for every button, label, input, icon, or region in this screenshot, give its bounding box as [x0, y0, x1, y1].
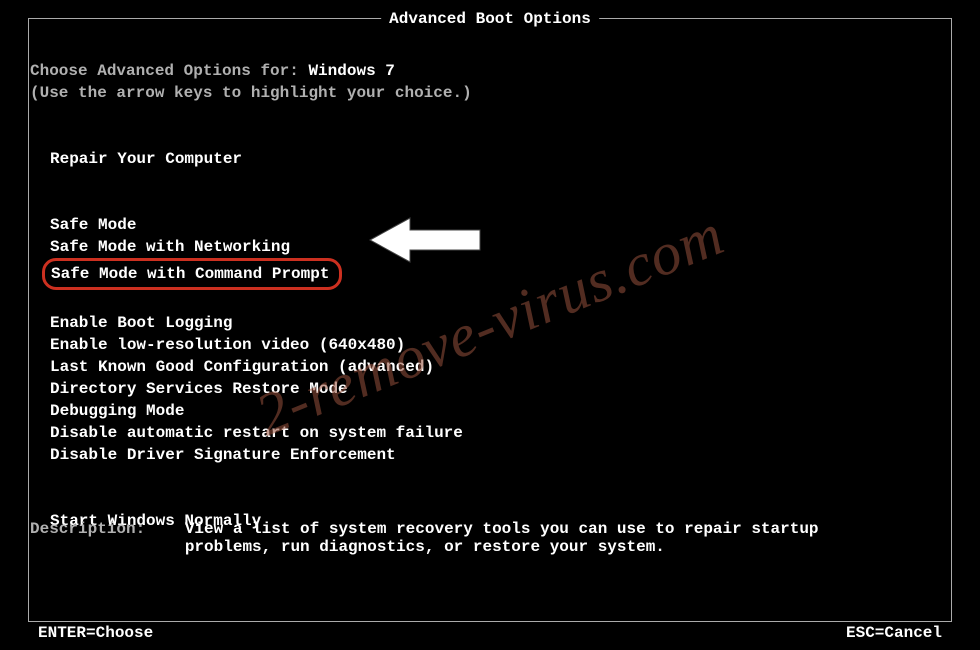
- description-block: Description: View a list of system recov…: [30, 520, 950, 556]
- arrow-annotation-icon: [365, 210, 485, 270]
- description-label: Description:: [30, 520, 145, 538]
- footer-enter-hint: ENTER=Choose: [38, 624, 153, 642]
- footer-esc-hint: ESC=Cancel: [846, 624, 942, 642]
- page-title: Advanced Boot Options: [381, 10, 599, 28]
- description-text: View a list of system recovery tools you…: [155, 520, 855, 556]
